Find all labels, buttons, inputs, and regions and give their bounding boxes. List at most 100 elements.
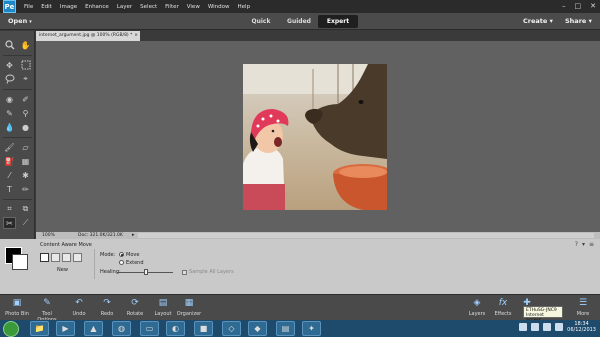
menu-help[interactable]: Help: [238, 4, 251, 10]
photo-image[interactable]: [243, 64, 387, 210]
healing-slider-knob[interactable]: [144, 269, 148, 275]
marquee-tool-icon[interactable]: [19, 59, 32, 71]
share-button[interactable]: Share ▾: [565, 17, 592, 25]
mode-label: Mode:: [100, 252, 116, 258]
undo-button[interactable]: ↶ Undo: [64, 297, 94, 317]
steam-icon[interactable]: ◐: [166, 321, 185, 336]
create-button[interactable]: Create ▾: [523, 17, 553, 25]
red-eye-tool-icon[interactable]: ◉: [3, 93, 16, 105]
eyedropper-tool-icon[interactable]: ⁄: [3, 169, 16, 181]
eraser-tool-icon[interactable]: ▱: [19, 141, 32, 153]
menu-enhance[interactable]: Enhance: [85, 4, 109, 10]
intersect-selection-icon[interactable]: [73, 253, 82, 262]
recompose-tool-icon[interactable]: ⧉: [19, 203, 32, 215]
system-clock[interactable]: 18:34 06/12/2013: [567, 321, 596, 333]
brush-tool-icon[interactable]: 🖌: [3, 141, 16, 153]
help-icon[interactable]: ?: [575, 241, 578, 248]
sponge-tool-icon[interactable]: ●: [19, 121, 32, 133]
type-tool-icon[interactable]: T: [3, 183, 16, 195]
more-button[interactable]: ☰ More: [568, 297, 598, 317]
photoshop-elements-icon[interactable]: ✦: [302, 321, 321, 336]
zoom-level[interactable]: 100%: [42, 233, 55, 238]
windows-taskbar: 📁 ▶ ▲ ◍ ▭ ◐ ■ ◇ ◆ ▤ ✦ 18:34 06/12/2013: [0, 320, 600, 337]
pencil-tool-icon[interactable]: ✏: [19, 183, 32, 195]
file-explorer-icon[interactable]: 📁: [30, 321, 49, 336]
menu-view[interactable]: View: [187, 4, 200, 10]
menu-file[interactable]: File: [24, 4, 33, 10]
gradient-tool-icon[interactable]: ▦: [19, 155, 32, 167]
tab-expert[interactable]: Expert: [318, 15, 358, 28]
tab-quick[interactable]: Quick: [242, 15, 280, 28]
spot-healing-brush-icon[interactable]: ✐: [19, 93, 32, 105]
new-label: New: [57, 267, 68, 273]
sample-all-layers-checkbox[interactable]: [182, 270, 187, 275]
close-button[interactable]: ✕: [590, 2, 596, 10]
blur-tool-icon[interactable]: 💧: [3, 121, 16, 133]
chevron-down-icon[interactable]: ▾: [582, 241, 585, 248]
menu-filter[interactable]: Filter: [165, 4, 179, 10]
app-logo-icon[interactable]: Pe: [3, 0, 16, 13]
hand-tool-icon[interactable]: ✋: [19, 39, 32, 51]
toolbox: ✋ ✥ ⌖ ◉ ✐ ✎ ⚲ 💧 ● 🖌 ▱ ⛽ ▦ ⁄ ✱ T ✏ ⌗ ⧉ ✂ …: [0, 31, 35, 239]
mode-move-label: Move: [126, 252, 140, 258]
quick-selection-tool-icon[interactable]: ⌖: [19, 73, 32, 85]
chevron-right-icon[interactable]: ▸: [132, 232, 135, 238]
document-icon[interactable]: ▤: [276, 321, 295, 336]
mode-extend-radio[interactable]: [119, 260, 124, 265]
tool-divider: [3, 55, 32, 56]
clone-stamp-icon[interactable]: ⚲: [19, 107, 32, 119]
menu-window[interactable]: Window: [208, 4, 230, 10]
tool-divider: [3, 89, 32, 90]
vlc-icon[interactable]: ▲: [84, 321, 103, 336]
acrobat-reader-icon[interactable]: ◆: [248, 321, 267, 336]
close-icon[interactable]: ×: [134, 31, 138, 41]
move-tool-icon[interactable]: ✥: [3, 59, 16, 71]
straighten-tool-icon[interactable]: ⟋: [19, 217, 32, 229]
acrobat-icon[interactable]: ◇: [222, 321, 241, 336]
menu-image[interactable]: Image: [60, 4, 77, 10]
photo-bin-button[interactable]: ▣ Photo Bin: [2, 297, 32, 317]
tab-guided[interactable]: Guided: [280, 15, 318, 28]
mode-move-radio[interactable]: [119, 252, 124, 257]
start-button-icon[interactable]: [3, 321, 19, 337]
open-button[interactable]: Open ▾: [8, 17, 32, 25]
new-selection-icon[interactable]: [40, 253, 49, 262]
smart-brush-icon[interactable]: ✎: [3, 107, 16, 119]
chrome-icon[interactable]: ◍: [112, 321, 131, 336]
help-icon[interactable]: [519, 323, 528, 331]
divider: [94, 249, 95, 279]
content-aware-move-tool-icon[interactable]: ✂: [3, 217, 16, 229]
panel-menu-icon[interactable]: ≡: [589, 241, 594, 248]
subtract-selection-icon[interactable]: [62, 253, 71, 262]
menu-layer[interactable]: Layer: [117, 4, 132, 10]
paint-bucket-icon[interactable]: ⛽: [3, 155, 16, 167]
rotate-icon: ⟳: [131, 298, 139, 308]
organizer-button[interactable]: ▦ Organizer: [174, 297, 204, 317]
layout-icon: ▤: [158, 298, 168, 308]
custom-shape-tool-icon[interactable]: ✱: [19, 169, 32, 181]
crop-tool-icon[interactable]: ⌗: [3, 203, 16, 215]
document-tab[interactable]: internet_argument.jpg @ 100% (RGB/8) * ×: [36, 31, 140, 41]
zoom-tool-icon[interactable]: [3, 39, 16, 51]
more-label: More: [576, 311, 590, 317]
clock-date: 06/12/2013: [567, 327, 596, 333]
system-tray: 18:34 06/12/2013: [519, 321, 596, 333]
minimize-button[interactable]: –: [562, 2, 566, 10]
menu-select[interactable]: Select: [140, 4, 157, 10]
battery-icon[interactable]: [531, 323, 540, 331]
lasso-tool-icon[interactable]: [3, 73, 16, 85]
menu-bar: Pe File Edit Image Enhance Layer Select …: [0, 0, 600, 13]
volume-icon[interactable]: [555, 323, 564, 331]
redo-button[interactable]: ↷ Redo: [92, 297, 122, 317]
horizontal-scrollbar[interactable]: [138, 233, 594, 238]
maximize-button[interactable]: □: [575, 2, 582, 10]
tool-divider: [3, 199, 32, 200]
menu-edit[interactable]: Edit: [41, 4, 52, 10]
network-icon[interactable]: [543, 323, 552, 331]
background-color-swatch[interactable]: [12, 254, 28, 270]
notepad-icon[interactable]: ▭: [140, 321, 159, 336]
add-selection-icon[interactable]: [51, 253, 60, 262]
media-player-icon[interactable]: ▶: [56, 321, 75, 336]
rotate-button[interactable]: ⟳ Rotate: [120, 297, 150, 317]
game-icon[interactable]: ■: [194, 321, 213, 336]
